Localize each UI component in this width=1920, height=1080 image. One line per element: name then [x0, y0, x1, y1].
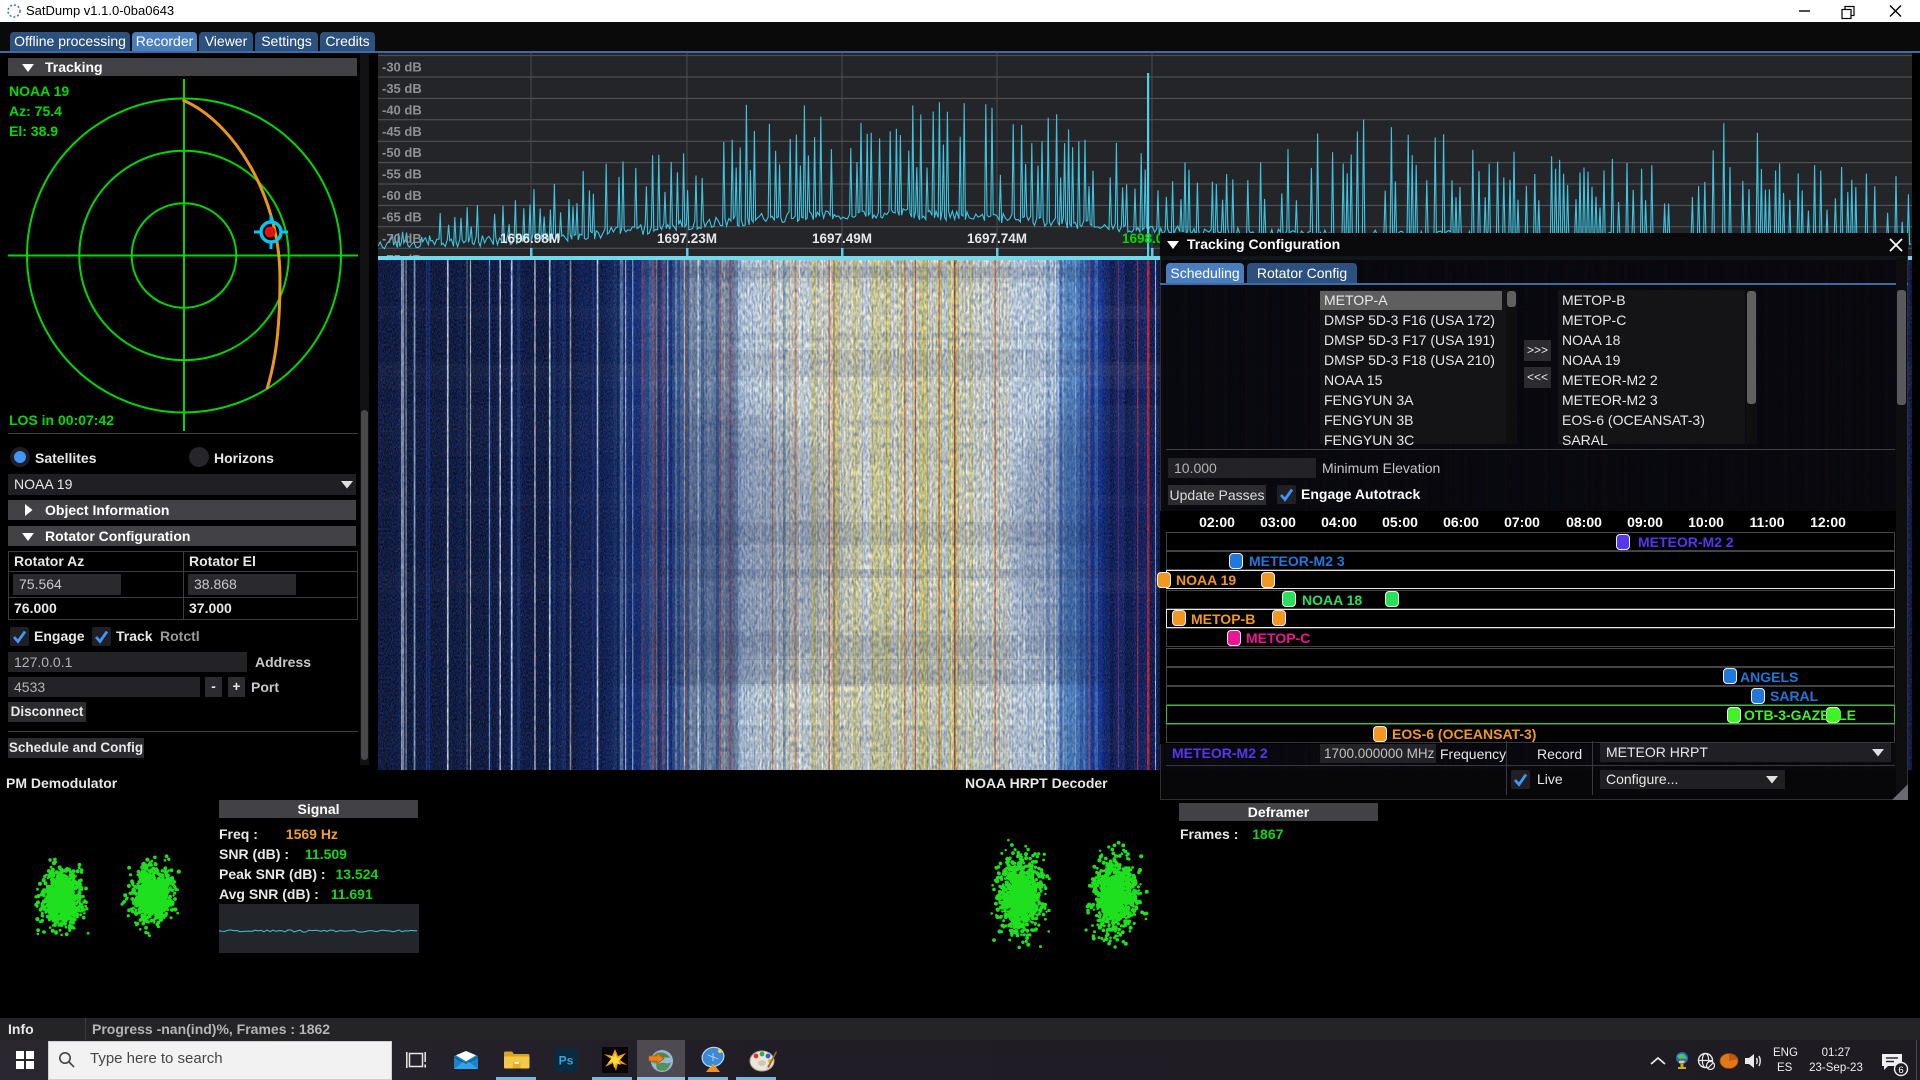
svg-text:1697.49M: 1697.49M — [812, 231, 872, 246]
svg-text:1696.98M: 1696.98M — [500, 231, 560, 246]
svg-text:1697.23M: 1697.23M — [657, 231, 717, 246]
svg-text:-50 dB: -50 dB — [382, 145, 422, 160]
svg-text:-45 dB: -45 dB — [382, 124, 422, 139]
svg-text:-70 dB: -70 dB — [382, 231, 422, 246]
svg-text:-60 dB: -60 dB — [382, 188, 422, 203]
svg-text:1697.74M: 1697.74M — [967, 231, 1027, 246]
svg-text:-40 dB: -40 dB — [382, 102, 422, 117]
svg-text:-65 dB: -65 dB — [382, 209, 422, 224]
svg-text:6: 6 — [1898, 1065, 1903, 1076]
svg-text:-55 dB: -55 dB — [382, 167, 422, 182]
svg-text:-35 dB: -35 dB — [382, 81, 422, 96]
svg-text:Ps: Ps — [559, 1054, 574, 1068]
svg-text:-30 dB: -30 dB — [382, 60, 422, 75]
